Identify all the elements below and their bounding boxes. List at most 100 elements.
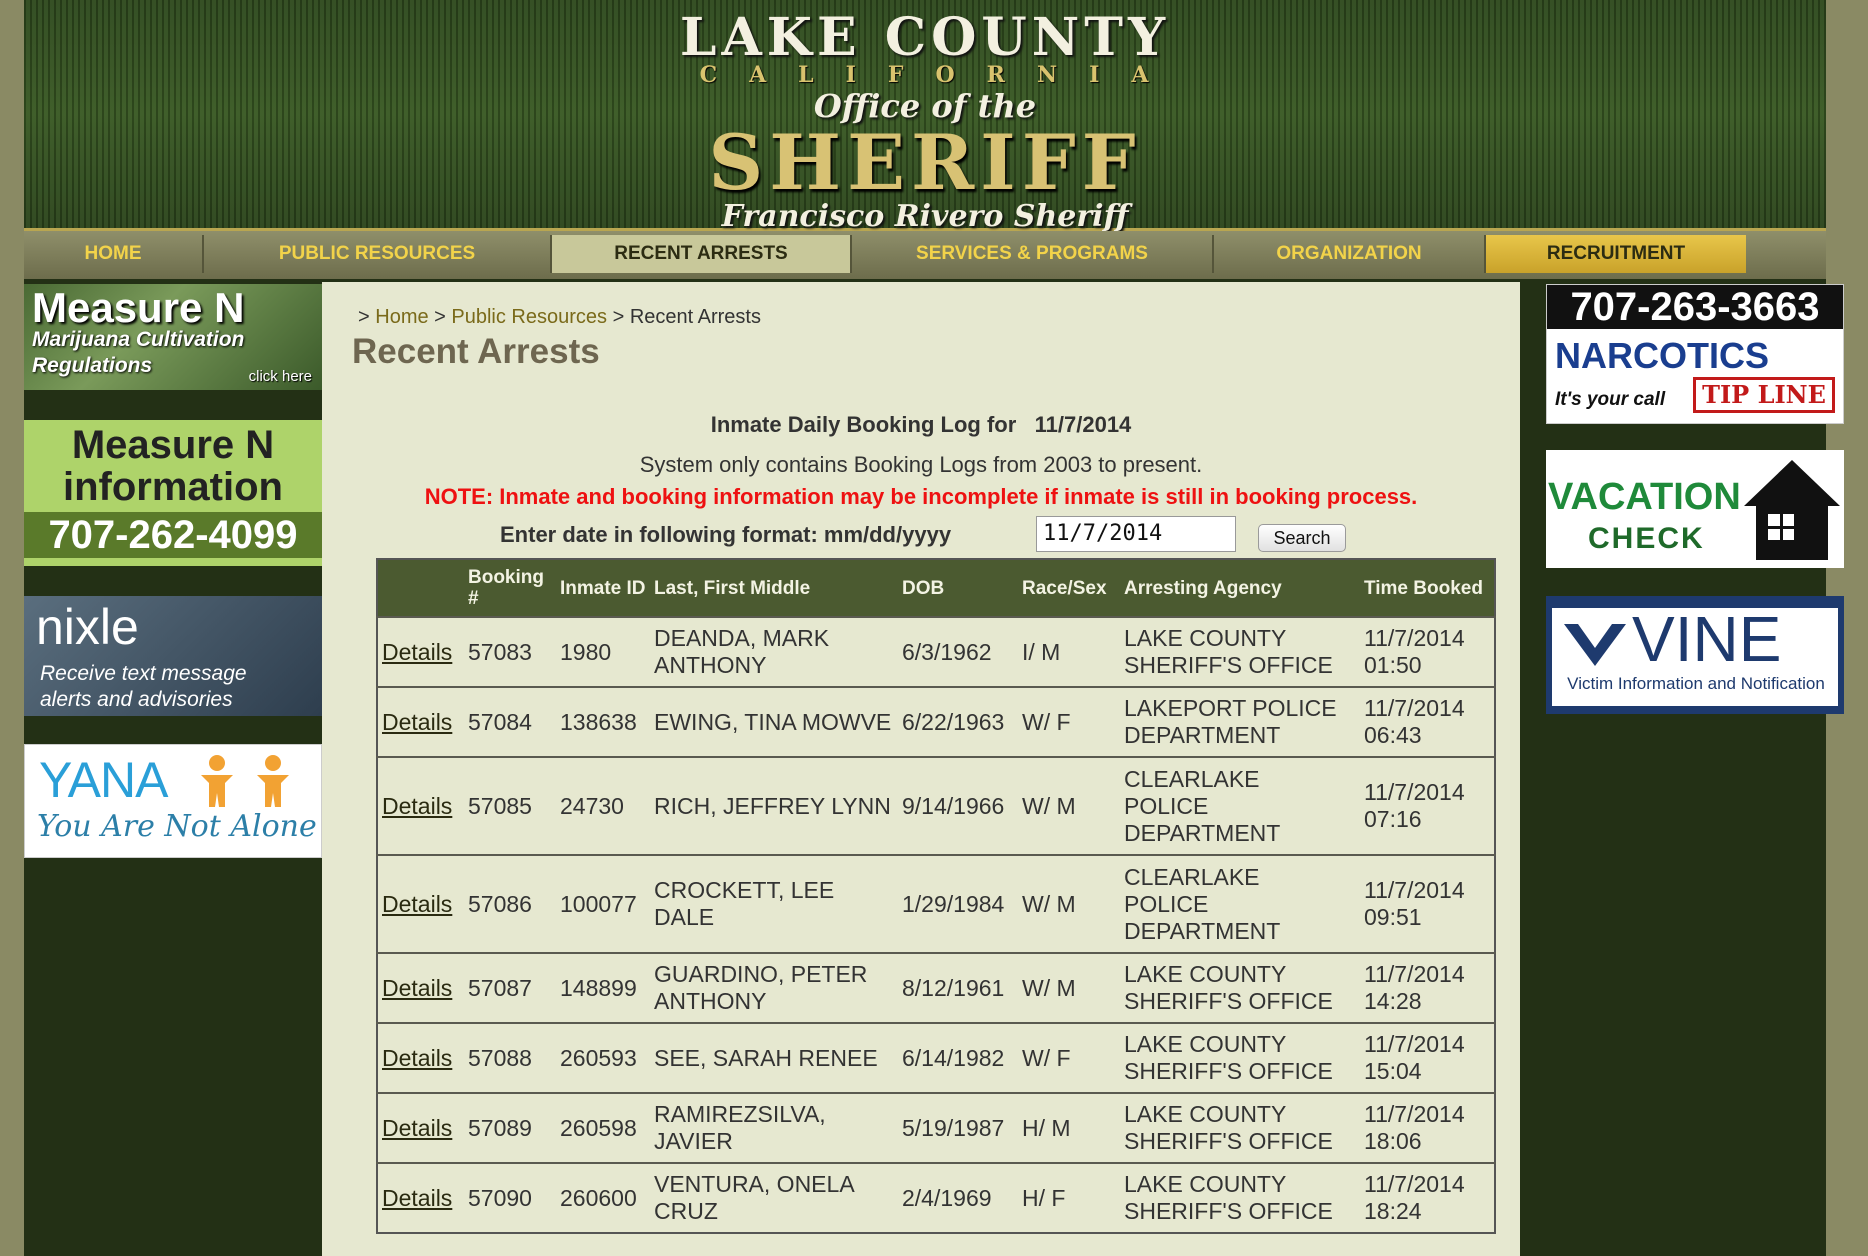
table-row: Details 57083 1980 DEANDA, MARK ANTHONY … <box>377 616 1495 687</box>
details-link[interactable]: Details <box>382 975 452 1001</box>
breadcrumb-current: Recent Arrests <box>629 306 761 328</box>
booking-log-title: Inmate Daily Booking Log for 11/7/2014 <box>322 412 1520 438</box>
breadcrumb-sep: > <box>428 306 452 328</box>
cell-agency: LAKE COUNTY SHERIFF'S OFFICE <box>1120 1162 1360 1233</box>
page-title: Recent Arrests <box>352 332 600 371</box>
search-button[interactable]: Search <box>1258 524 1346 552</box>
cell-inmate-id: 148899 <box>556 952 650 1023</box>
cell-race-sex: H/ F <box>1018 1162 1120 1233</box>
nav-recruitment[interactable]: RECRUITMENT <box>1486 235 1746 273</box>
cell-dob: 2/4/1969 <box>898 1162 1018 1233</box>
cell-dob: 8/12/1961 <box>898 952 1018 1023</box>
cell-dob: 6/14/1982 <box>898 1022 1018 1093</box>
ad-nixle[interactable]: nixle Receive text message alerts and ad… <box>24 596 322 716</box>
ad-narcotics-badge: TIP LINE <box>1693 377 1835 413</box>
ad-yana[interactable]: YANA You Are Not Alone <box>24 744 322 858</box>
ad-vine[interactable]: VINE Victim Information and Notification <box>1546 596 1844 714</box>
cell-booking: 57085 <box>464 756 556 855</box>
table-row: Details 57087 148899 GUARDINO, PETER ANT… <box>377 952 1495 1023</box>
table-row: Details 57088 260593 SEE, SARAH RENEE 6/… <box>377 1022 1495 1093</box>
booking-log-date: 11/7/2014 <box>1034 412 1132 437</box>
sheriff-logo[interactable]: LAKE COUNTY CALIFORNIA Office of the SHE… <box>24 12 1826 234</box>
cell-name: GUARDINO, PETER ANTHONY <box>650 952 898 1023</box>
cell-time: 11/7/2014 18:06 <box>1360 1092 1495 1163</box>
cell-booking: 57089 <box>464 1092 556 1163</box>
details-link[interactable]: Details <box>382 1045 452 1071</box>
cell-agency: LAKE COUNTY SHERIFF'S OFFICE <box>1120 1092 1360 1163</box>
cell-race-sex: W/ M <box>1018 854 1120 953</box>
left-ad-column: Measure N Marijuana Cultivation Regulati… <box>24 282 322 1256</box>
details-link[interactable]: Details <box>382 639 452 665</box>
cell-time: 11/7/2014 01:50 <box>1360 616 1495 687</box>
breadcrumb-public-resources[interactable]: Public Resources <box>451 306 607 328</box>
logo-sheriff-name: Francisco Rivero Sheriff <box>721 199 1129 234</box>
cell-booking: 57083 <box>464 616 556 687</box>
main-content: > Home > Public Resources > Recent Arres… <box>322 282 1520 1256</box>
page: LAKE COUNTY CALIFORNIA Office of the SHE… <box>24 0 1844 1256</box>
cell-name: CROCKETT, LEE DALE <box>650 854 898 953</box>
nav-services-programs[interactable]: SERVICES & PROGRAMS <box>852 235 1214 273</box>
vine-logo-icon <box>1564 624 1626 666</box>
table-row: Details 57084 138638 EWING, TINA MOWVE 6… <box>377 686 1495 757</box>
cell-date: 11/7/2014 <box>1364 877 1465 903</box>
cell-clock: 18:06 <box>1364 1128 1422 1154</box>
cell-time: 11/7/2014 14:28 <box>1360 952 1495 1023</box>
cell-time: 11/7/2014 07:16 <box>1360 756 1495 855</box>
cell-booking: 57090 <box>464 1162 556 1233</box>
cell-dob: 6/3/1962 <box>898 616 1018 687</box>
table-row: Details 57085 24730 RICH, JEFFREY LYNN 9… <box>377 756 1495 855</box>
cell-booking: 57086 <box>464 854 556 953</box>
cell-date: 11/7/2014 <box>1364 1031 1465 1057</box>
cell-booking: 57087 <box>464 952 556 1023</box>
cell-date: 11/7/2014 <box>1364 1101 1465 1127</box>
cell-time: 11/7/2014 15:04 <box>1360 1022 1495 1093</box>
cell-clock: 09:51 <box>1364 904 1422 930</box>
ad-measure-n-info-line1: Measure N <box>71 423 275 467</box>
table-header-row: Booking # Inmate ID Last, First Middle D… <box>377 559 1495 617</box>
details-link[interactable]: Details <box>382 793 452 819</box>
ad-yana-tagline: You Are Not Alone <box>37 809 317 844</box>
date-input[interactable]: 11/7/2014 <box>1036 516 1236 552</box>
nav-recent-arrests[interactable]: RECENT ARRESTS <box>552 235 852 273</box>
nav-organization[interactable]: ORGANIZATION <box>1214 235 1486 273</box>
col-header-race-sex: Race/Sex <box>1018 559 1120 617</box>
house-icon <box>1744 460 1840 560</box>
main-nav: HOME PUBLIC RESOURCES RECENT ARRESTS SER… <box>24 231 1826 279</box>
ad-narcotics-title: NARCOTICS <box>1555 335 1769 376</box>
ad-narcotics-tip-line[interactable]: 707-263-3663 NARCOTICS It's your call TI… <box>1546 284 1844 424</box>
cell-inmate-id: 138638 <box>556 686 650 757</box>
logo-state: CALIFORNIA <box>699 62 1181 88</box>
nav-public-resources[interactable]: PUBLIC RESOURCES <box>204 235 552 273</box>
cell-race-sex: W/ M <box>1018 952 1120 1023</box>
nav-home[interactable]: HOME <box>24 235 204 273</box>
details-link[interactable]: Details <box>382 891 452 917</box>
cell-inmate-id: 260593 <box>556 1022 650 1093</box>
cell-date: 11/7/2014 <box>1364 1171 1465 1197</box>
col-header-agency: Arresting Agency <box>1120 559 1360 617</box>
ad-vacation-line1: VACATION <box>1548 476 1741 518</box>
cell-booking: 57084 <box>464 686 556 757</box>
cell-date: 11/7/2014 <box>1364 961 1465 987</box>
ad-yana-brand: YANA <box>39 752 168 808</box>
cell-race-sex: H/ M <box>1018 1092 1120 1163</box>
ad-measure-n[interactable]: Measure N Marijuana Cultivation Regulati… <box>24 284 322 390</box>
ad-measure-n-info[interactable]: Measure N information 707-262-4099 <box>24 420 322 566</box>
breadcrumb-home[interactable]: Home <box>375 306 428 328</box>
col-header-time: Time Booked <box>1360 559 1495 617</box>
cell-name: EWING, TINA MOWVE <box>650 686 898 757</box>
col-header-name: Last, First Middle <box>650 559 898 617</box>
cell-date: 11/7/2014 <box>1364 625 1465 651</box>
col-header-booking: Booking # <box>464 559 556 617</box>
cell-name: RAMIREZSILVA, JAVIER <box>650 1092 898 1163</box>
details-link[interactable]: Details <box>382 709 452 735</box>
ad-measure-n-line1: Marijuana Cultivation <box>32 328 245 351</box>
cell-race-sex: W/ M <box>1018 756 1120 855</box>
ad-measure-n-cta: click here <box>248 368 312 385</box>
cell-inmate-id: 260598 <box>556 1092 650 1163</box>
cell-booking: 57088 <box>464 1022 556 1093</box>
ad-vacation-check[interactable]: VACATION CHECK <box>1546 450 1844 568</box>
booking-log-table: Booking # Inmate ID Last, First Middle D… <box>376 558 1496 1234</box>
details-link[interactable]: Details <box>382 1115 452 1141</box>
details-link[interactable]: Details <box>382 1185 452 1211</box>
table-row: Details 57089 260598 RAMIREZSILVA, JAVIE… <box>377 1092 1495 1163</box>
